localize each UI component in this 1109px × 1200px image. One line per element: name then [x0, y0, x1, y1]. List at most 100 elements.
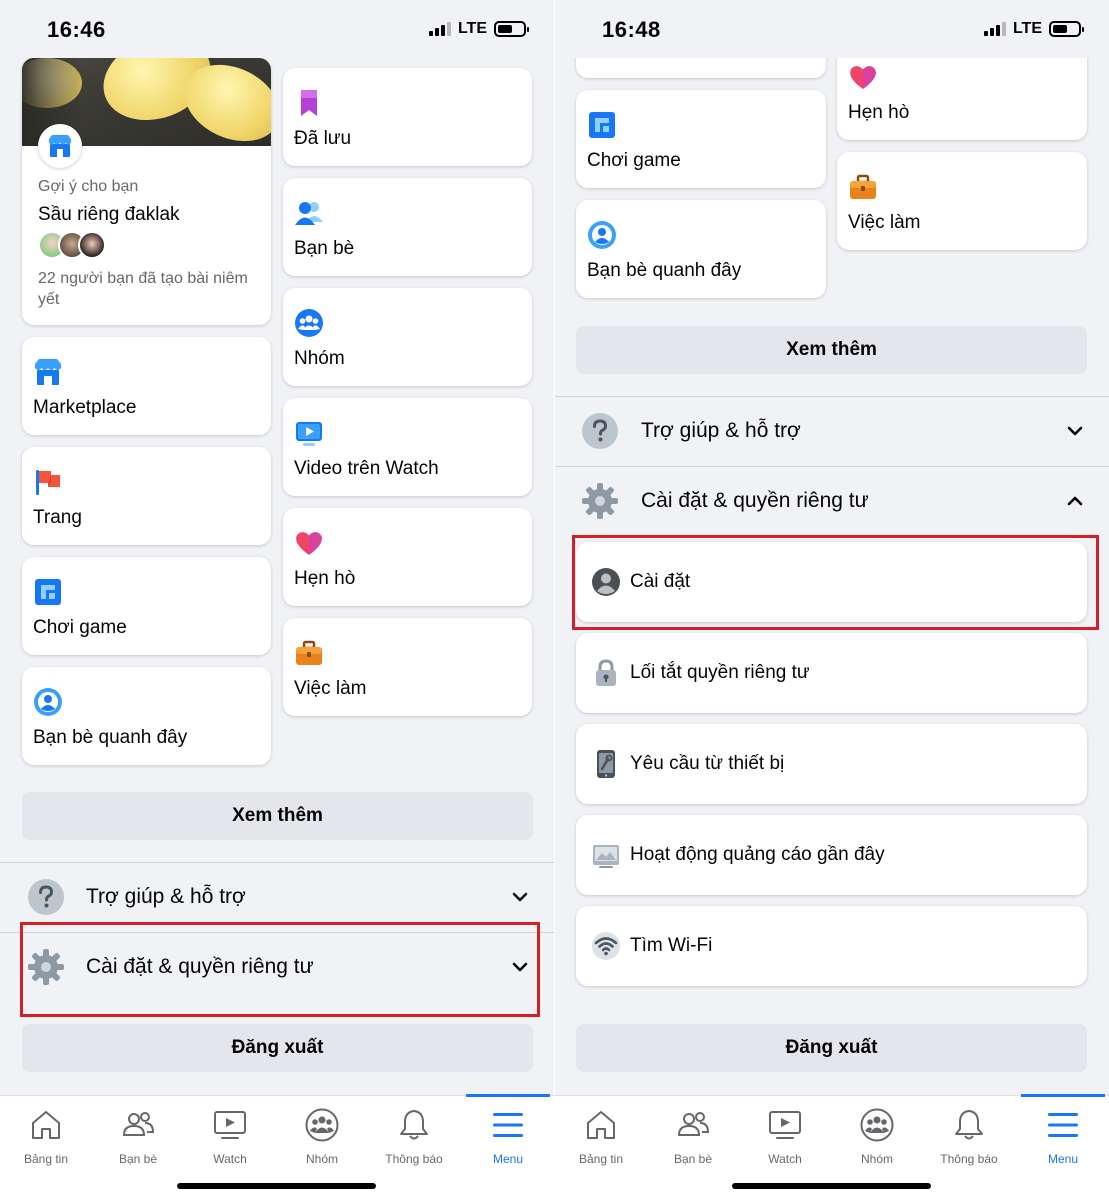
shortcut-nearby-friends[interactable]: Bạn bè quanh đây	[576, 200, 826, 298]
shortcut-groups[interactable]: Nhóm	[283, 288, 532, 386]
bell-icon	[400, 1110, 428, 1140]
tab-notifications[interactable]: Thông báo	[923, 1096, 1015, 1176]
nearby-friends-icon	[34, 688, 62, 716]
tab-label: Menu	[1047, 1152, 1079, 1166]
shortcut-pages[interactable]: Trang	[22, 447, 271, 545]
gaming-icon	[589, 112, 615, 138]
recent-ad-activity-item[interactable]: Hoạt động quảng cáo gần đây	[576, 815, 1087, 895]
battery-icon	[1049, 21, 1084, 37]
tab-label: Thông báo	[940, 1152, 998, 1166]
shortcut-label: Marketplace	[33, 397, 137, 418]
shortcut-gaming[interactable]: Chơi game	[576, 90, 826, 188]
phone-screen-right: Chơi game Bạn bè quanh đây Hẹn hò Việc l…	[555, 0, 1109, 1200]
tab-watch[interactable]: Watch	[739, 1096, 831, 1176]
status-time: 16:46	[47, 17, 106, 42]
tab-news-feed[interactable]: Bảng tin	[555, 1096, 647, 1176]
device-requests-item[interactable]: Yêu cầu từ thiết bị	[576, 724, 1087, 804]
find-wifi-label: Tìm Wi-Fi	[630, 935, 713, 956]
flag-icon	[36, 470, 60, 495]
device-requests-label: Yêu cầu từ thiết bị	[630, 753, 785, 774]
shortcut-marketplace[interactable]: Marketplace	[22, 337, 271, 435]
tab-label: Watch	[768, 1152, 802, 1166]
shortcut-label: Bạn bè quanh đây	[33, 727, 188, 748]
shortcut-label: Bạn bè	[294, 238, 355, 259]
bookmark-icon	[301, 90, 317, 116]
briefcase-icon	[850, 174, 876, 199]
shortcut-nearby-friends[interactable]: Bạn bè quanh đây	[22, 667, 271, 765]
shortcut-friends[interactable]: Bạn bè	[283, 178, 532, 276]
tab-groups[interactable]: Nhóm	[276, 1096, 368, 1176]
phone-screen-left: Gợi ý cho bạn Sầu riêng đaklak 22 người …	[0, 0, 554, 1200]
help-support-label: Trợ giúp & hỗ trợ	[641, 419, 801, 442]
gear-icon	[28, 949, 64, 985]
settings-privacy-row[interactable]: Cài đặt & quyền riêng tư	[0, 932, 554, 1002]
home-icon	[587, 1111, 615, 1139]
help-support-row[interactable]: Trợ giúp & hỗ trợ	[555, 396, 1109, 466]
friends-icon	[295, 202, 323, 225]
tab-label: Nhóm	[860, 1152, 893, 1166]
settings-privacy-label: Cài đặt & quyền riêng tư	[86, 955, 314, 978]
tab-label: Menu	[492, 1152, 524, 1166]
tab-watch[interactable]: Watch	[184, 1096, 276, 1176]
network-type: LTE	[1012, 20, 1042, 37]
shortcut-gaming[interactable]: Chơi game	[22, 557, 271, 655]
ad-activity-icon	[593, 845, 619, 868]
tab-news-feed[interactable]: Bảng tin	[0, 1096, 92, 1176]
wifi-icon	[592, 932, 620, 960]
shortcut-dating[interactable]: Hẹn hò	[283, 508, 532, 606]
shortcut-label: Chơi game	[587, 150, 681, 171]
tab-menu[interactable]: Menu	[1017, 1096, 1109, 1176]
watch-tab-icon	[214, 1111, 246, 1139]
tab-label: Thông báo	[385, 1152, 443, 1166]
shortcut-label: Việc làm	[294, 678, 367, 699]
tab-label: Watch	[213, 1152, 247, 1166]
device-icon	[597, 750, 615, 778]
shortcut-label: Video trên Watch	[294, 458, 439, 479]
shortcut-jobs[interactable]: Việc làm	[837, 152, 1087, 250]
tab-friends[interactable]: Bạn bè	[92, 1096, 184, 1176]
groups-tab-icon	[305, 1108, 339, 1142]
suggestion-subtitle: Gợi ý cho bạn	[38, 178, 139, 195]
see-more-button[interactable]: Xem thêm	[576, 326, 1087, 374]
help-icon	[582, 413, 618, 449]
shortcut-saved[interactable]: Đã lưu	[283, 68, 532, 166]
friends-tab-icon	[677, 1112, 710, 1136]
network-type: LTE	[457, 20, 487, 37]
settings-item-label: Cài đặt	[630, 571, 691, 592]
logout-button[interactable]: Đăng xuất	[22, 1024, 533, 1072]
marketplace-icon	[35, 359, 61, 385]
settings-privacy-row[interactable]: Cài đặt & quyền riêng tư	[555, 466, 1109, 536]
status-bar: 16:48 LTE	[555, 0, 1109, 58]
settings-item[interactable]: Cài đặt	[576, 542, 1087, 622]
shortcut-label: Hẹn hò	[848, 102, 910, 123]
watch-video-icon	[296, 422, 322, 446]
tab-menu[interactable]: Menu	[462, 1096, 554, 1176]
shortcut-watch-video[interactable]: Video trên Watch	[283, 398, 532, 496]
shortcut-jobs[interactable]: Việc làm	[283, 618, 532, 716]
tab-label: Bạn bè	[118, 1152, 158, 1166]
suggestion-title: Sầu riêng đaklak	[38, 204, 180, 225]
help-support-label: Trợ giúp & hỗ trợ	[86, 885, 246, 908]
heart-icon	[850, 66, 876, 89]
privacy-shortcuts-item[interactable]: Lối tắt quyền riêng tư	[576, 633, 1087, 713]
tab-friends[interactable]: Bạn bè	[647, 1096, 739, 1176]
chevron-down-icon	[512, 892, 528, 902]
logout-button[interactable]: Đăng xuất	[576, 1024, 1087, 1072]
signal-icon	[428, 22, 451, 36]
tab-notifications[interactable]: Thông báo	[368, 1096, 460, 1176]
shortcut-label: Bạn bè quanh đây	[587, 260, 742, 281]
signal-icon	[983, 22, 1006, 36]
shortcut-label: Đã lưu	[294, 128, 352, 149]
help-support-row[interactable]: Trợ giúp & hỗ trợ	[0, 862, 554, 932]
shortcut-label: Trang	[33, 507, 82, 528]
find-wifi-item[interactable]: Tìm Wi-Fi	[576, 906, 1087, 986]
help-icon	[28, 879, 64, 915]
home-indicator	[177, 1183, 376, 1189]
suggestion-description: 22 người bạn đã tạo bài niêm yết	[38, 270, 248, 308]
tab-groups[interactable]: Nhóm	[831, 1096, 923, 1176]
settings-privacy-label: Cài đặt & quyền riêng tư	[641, 489, 869, 512]
nearby-friends-icon	[588, 221, 616, 249]
watch-tab-icon	[769, 1111, 801, 1139]
see-more-button[interactable]: Xem thêm	[22, 792, 533, 840]
marketplace-suggestion-card[interactable]: Gợi ý cho bạn Sầu riêng đaklak 22 người …	[22, 58, 271, 325]
